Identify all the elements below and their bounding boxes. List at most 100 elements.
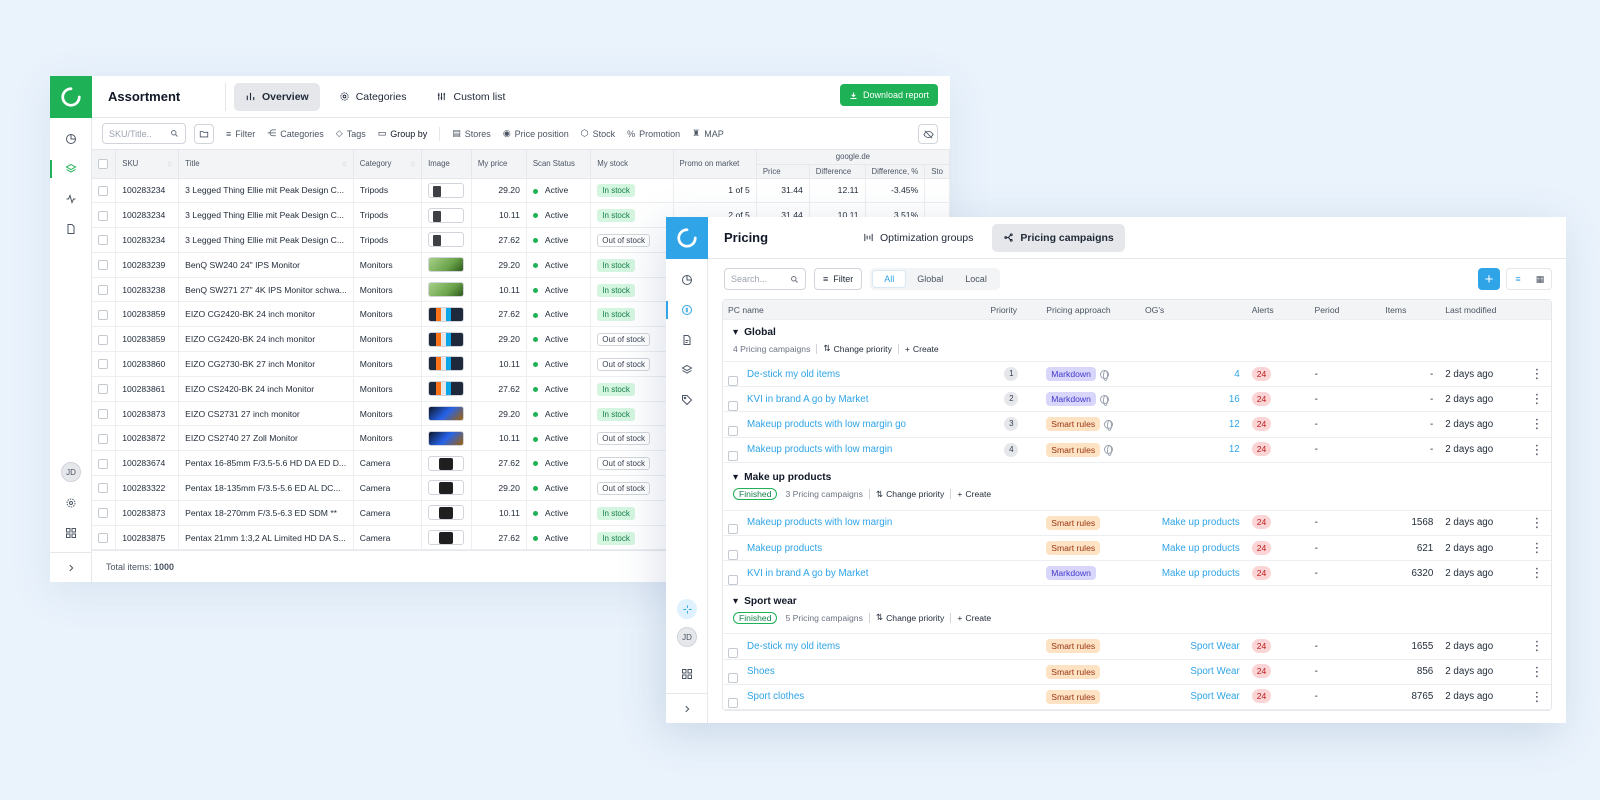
sku-cell[interactable]: 100283860: [115, 351, 180, 377]
campaign-name-link[interactable]: Shoes: [747, 666, 775, 677]
activity-icon[interactable]: [50, 184, 92, 214]
sku-cell[interactable]: 100283234: [115, 202, 180, 229]
calendar-view-icon[interactable]: ▦: [1529, 269, 1551, 289]
campaign-name-link[interactable]: KVI in brand A go by Market: [747, 394, 868, 405]
row-menu-kebab-icon[interactable]: ⋮: [1523, 443, 1551, 456]
ogs-cell[interactable]: Make up products: [1145, 543, 1252, 554]
filter-button[interactable]: ≡ Filter: [814, 268, 863, 290]
col-pc-name[interactable]: PC name: [723, 305, 990, 315]
apps-grid-icon[interactable]: [50, 518, 92, 548]
alerts-badge[interactable]: 24: [1251, 689, 1272, 704]
row-select-cell[interactable]: [92, 401, 117, 427]
app-logo[interactable]: [666, 217, 708, 259]
row-checkbox[interactable]: [728, 451, 738, 462]
alerts-badge[interactable]: 24: [1251, 416, 1272, 431]
row-checkbox[interactable]: [98, 309, 108, 320]
ogs-cell[interactable]: 12: [1145, 444, 1252, 455]
col-sku[interactable]: SKU ⌂: [115, 150, 180, 179]
campaign-name-link[interactable]: Makeup products with low margin: [747, 517, 892, 528]
categories-tool-button[interactable]: ⋲ Categories: [267, 128, 324, 139]
alerts-badge[interactable]: 24: [1251, 565, 1272, 580]
alerts-badge[interactable]: 24: [1251, 638, 1272, 653]
campaign-name-link[interactable]: KVI in brand A go by Market: [747, 568, 868, 579]
create-button[interactable]: + Create: [957, 489, 991, 499]
sku-cell[interactable]: 100283234: [115, 227, 180, 253]
campaign-name-link[interactable]: Makeup products with low margin go: [747, 419, 906, 430]
row-checkbox[interactable]: [728, 375, 738, 386]
campaign-row[interactable]: Makeup products with low margin Smart rul…: [723, 511, 1551, 536]
ogs-cell[interactable]: Make up products: [1145, 568, 1252, 579]
hide-columns-button[interactable]: [918, 124, 938, 144]
row-checkbox[interactable]: [98, 508, 108, 519]
alerts-badge[interactable]: 24: [1251, 540, 1272, 555]
campaign-name-link[interactable]: Sport clothes: [747, 691, 804, 702]
col-promo[interactable]: Promo on market: [673, 150, 757, 179]
segment-global[interactable]: Global: [906, 270, 954, 288]
create-button[interactable]: + Create: [957, 613, 991, 623]
app-logo[interactable]: [50, 76, 92, 118]
dashboard-icon[interactable]: [666, 265, 708, 295]
report-icon[interactable]: [666, 325, 708, 355]
campaign-name-link[interactable]: Makeup products with low margin: [747, 444, 892, 455]
row-select-cell[interactable]: [92, 227, 117, 253]
assortment-layers-icon[interactable]: [50, 154, 92, 184]
row-select-cell[interactable]: [92, 202, 117, 229]
col-ogs[interactable]: OG's: [1145, 305, 1252, 315]
sku-cell[interactable]: 100283873: [115, 401, 180, 427]
col-alerts[interactable]: Alerts: [1252, 305, 1315, 315]
col-last-modified[interactable]: Last modified: [1433, 305, 1523, 315]
change-priority-button[interactable]: ⇅ Change priority: [823, 343, 891, 354]
campaign-row[interactable]: Makeup products Smart rules Make up produc…: [723, 536, 1551, 562]
change-priority-button[interactable]: ⇅ Change priority: [876, 489, 944, 500]
row-checkbox[interactable]: [98, 408, 108, 419]
row-menu-kebab-icon[interactable]: ⋮: [1523, 665, 1551, 678]
alerts-badge[interactable]: 24: [1251, 366, 1272, 381]
row-select-cell[interactable]: [92, 178, 117, 204]
row-checkbox[interactable]: [728, 647, 738, 658]
user-avatar[interactable]: JD: [677, 627, 697, 647]
alerts-badge[interactable]: 24: [1251, 664, 1272, 679]
sku-cell[interactable]: 100283859: [115, 301, 180, 328]
group-name[interactable]: ▾ Global: [733, 327, 1551, 338]
download-report-button[interactable]: Download report: [839, 84, 938, 106]
row-checkbox[interactable]: [728, 673, 738, 684]
tab-overview[interactable]: Overview: [234, 82, 320, 111]
ogs-cell[interactable]: Sport Wear: [1145, 641, 1252, 652]
row-select-cell[interactable]: [92, 301, 117, 328]
col-difference[interactable]: Difference: [809, 164, 866, 179]
col-my-price[interactable]: My price: [471, 150, 527, 179]
map-button[interactable]: ♜ MAP: [692, 128, 724, 139]
row-menu-kebab-icon[interactable]: ⋮: [1523, 541, 1551, 554]
row-menu-kebab-icon[interactable]: ⋮: [1523, 690, 1551, 703]
row-select-cell[interactable]: [92, 326, 117, 353]
price-position-button[interactable]: ◉ Price position: [503, 128, 569, 139]
row-checkbox[interactable]: [98, 260, 108, 271]
sku-cell[interactable]: 100283234: [115, 178, 180, 204]
campaign-row[interactable]: Shoes Smart rules Sport Wear 24 - 856 2 days a…: [723, 660, 1551, 685]
row-checkbox[interactable]: [728, 698, 738, 709]
segment-all[interactable]: All: [872, 270, 907, 288]
ogs-cell[interactable]: 12: [1145, 419, 1252, 430]
row-checkbox[interactable]: [98, 458, 108, 469]
row-select-cell[interactable]: [92, 277, 117, 303]
ogs-cell[interactable]: Sport Wear: [1145, 691, 1252, 702]
campaign-row[interactable]: KVI in brand A go by Market Markdown Make …: [723, 561, 1551, 587]
row-select-cell[interactable]: [92, 425, 117, 452]
sku-cell[interactable]: 100283322: [115, 475, 180, 501]
group-by-button[interactable]: ▭ Group by: [378, 128, 428, 139]
row-select-cell[interactable]: [92, 525, 117, 551]
campaign-row[interactable]: De-stick my old items Smart rules Sport We…: [723, 634, 1551, 660]
row-menu-kebab-icon[interactable]: ⋮: [1523, 392, 1551, 405]
tab-optimization-groups[interactable]: Optimization groups: [852, 224, 984, 252]
tab-categories[interactable]: Categories: [328, 83, 418, 111]
row-select-cell[interactable]: [92, 376, 117, 402]
row-checkbox[interactable]: [728, 425, 738, 436]
campaign-row[interactable]: Makeup products with low margin 4 Smart ru…: [723, 438, 1551, 463]
pricing-coin-icon[interactable]: [666, 295, 708, 325]
select-all-checkbox[interactable]: [98, 158, 108, 169]
ogs-cell[interactable]: 16: [1145, 394, 1252, 405]
row-checkbox[interactable]: [728, 549, 738, 560]
col-category[interactable]: Category ⌂: [353, 150, 423, 179]
campaign-name-link[interactable]: Makeup products: [747, 543, 822, 554]
user-avatar[interactable]: JD: [61, 462, 81, 482]
